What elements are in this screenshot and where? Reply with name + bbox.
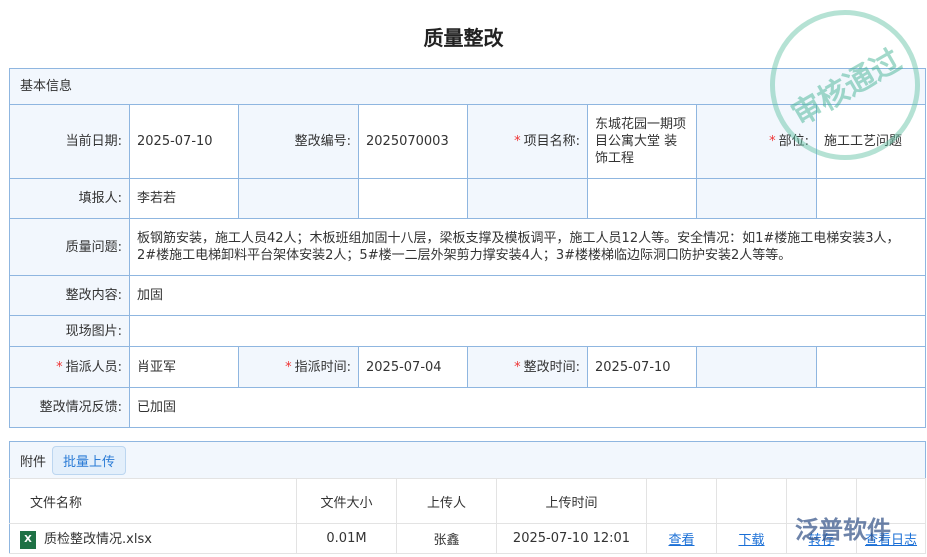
project-label: * 项目名称: bbox=[467, 104, 588, 179]
content-label: 整改内容: bbox=[9, 275, 130, 316]
col-file-size: 文件大小 bbox=[296, 478, 397, 524]
assignee-value: 肖亚军 bbox=[129, 346, 239, 388]
fix-time-label: * 整改时间: bbox=[467, 346, 588, 388]
code-value: 2025070003 bbox=[358, 104, 468, 179]
feedback-value: 已加固 bbox=[128, 387, 927, 428]
photo-area bbox=[128, 315, 927, 347]
project-value: 东城花园一期项目公寓大堂 装饰工程 bbox=[587, 104, 697, 179]
attachments-table: 附件 批量上传 文件名称 文件大小 上传人 上传时间 X 质检整改情况.xlsx 0… bbox=[9, 441, 927, 554]
table-row: X 质检整改情况.xlsx 0.01M 张鑫 2025-07-10 12:01 查… bbox=[9, 523, 927, 554]
file-name: 质检整改情况.xlsx bbox=[44, 532, 152, 548]
current-date-value: 2025-07-10 bbox=[129, 104, 239, 179]
fix-time-value: 2025-07-10 bbox=[587, 346, 697, 388]
download-link[interactable]: 下载 bbox=[738, 533, 764, 548]
view-link[interactable]: 查看 bbox=[668, 533, 694, 548]
reporter-value: 李若若 bbox=[129, 178, 239, 219]
brand-logo: 泛普软件 bbox=[795, 516, 891, 544]
assign-time-value: 2025-07-04 bbox=[358, 346, 468, 388]
attachments-title: 附件 bbox=[20, 454, 47, 470]
uploader: 张鑫 bbox=[396, 523, 497, 554]
content-value: 加固 bbox=[128, 275, 927, 316]
issue-label: 质量问题: bbox=[9, 218, 130, 276]
issue-value: 板钢筋安装，施工人员42人；木板班组加固十八层，梁板支撑及模板调平，施工人员12… bbox=[128, 218, 927, 276]
reporter-label: 填报人: bbox=[9, 178, 130, 219]
file-size: 0.01M bbox=[296, 523, 397, 554]
assign-time-label: * 指派时间: bbox=[238, 346, 359, 388]
excel-file-icon: X bbox=[20, 530, 36, 549]
photo-label: 现场图片: bbox=[9, 315, 130, 347]
current-date-label: 当前日期: bbox=[9, 104, 130, 179]
col-upload-time: 上传时间 bbox=[496, 478, 647, 524]
feedback-label: 整改情况反馈: bbox=[9, 387, 130, 428]
col-uploader: 上传人 bbox=[396, 478, 497, 524]
code-label: 整改编号: bbox=[238, 104, 359, 179]
batch-upload-button[interactable]: 批量上传 bbox=[52, 445, 127, 475]
upload-time: 2025-07-10 12:01 bbox=[496, 523, 647, 554]
assignee-label: * 指派人员: bbox=[9, 346, 130, 388]
col-file-name: 文件名称 bbox=[9, 478, 297, 524]
